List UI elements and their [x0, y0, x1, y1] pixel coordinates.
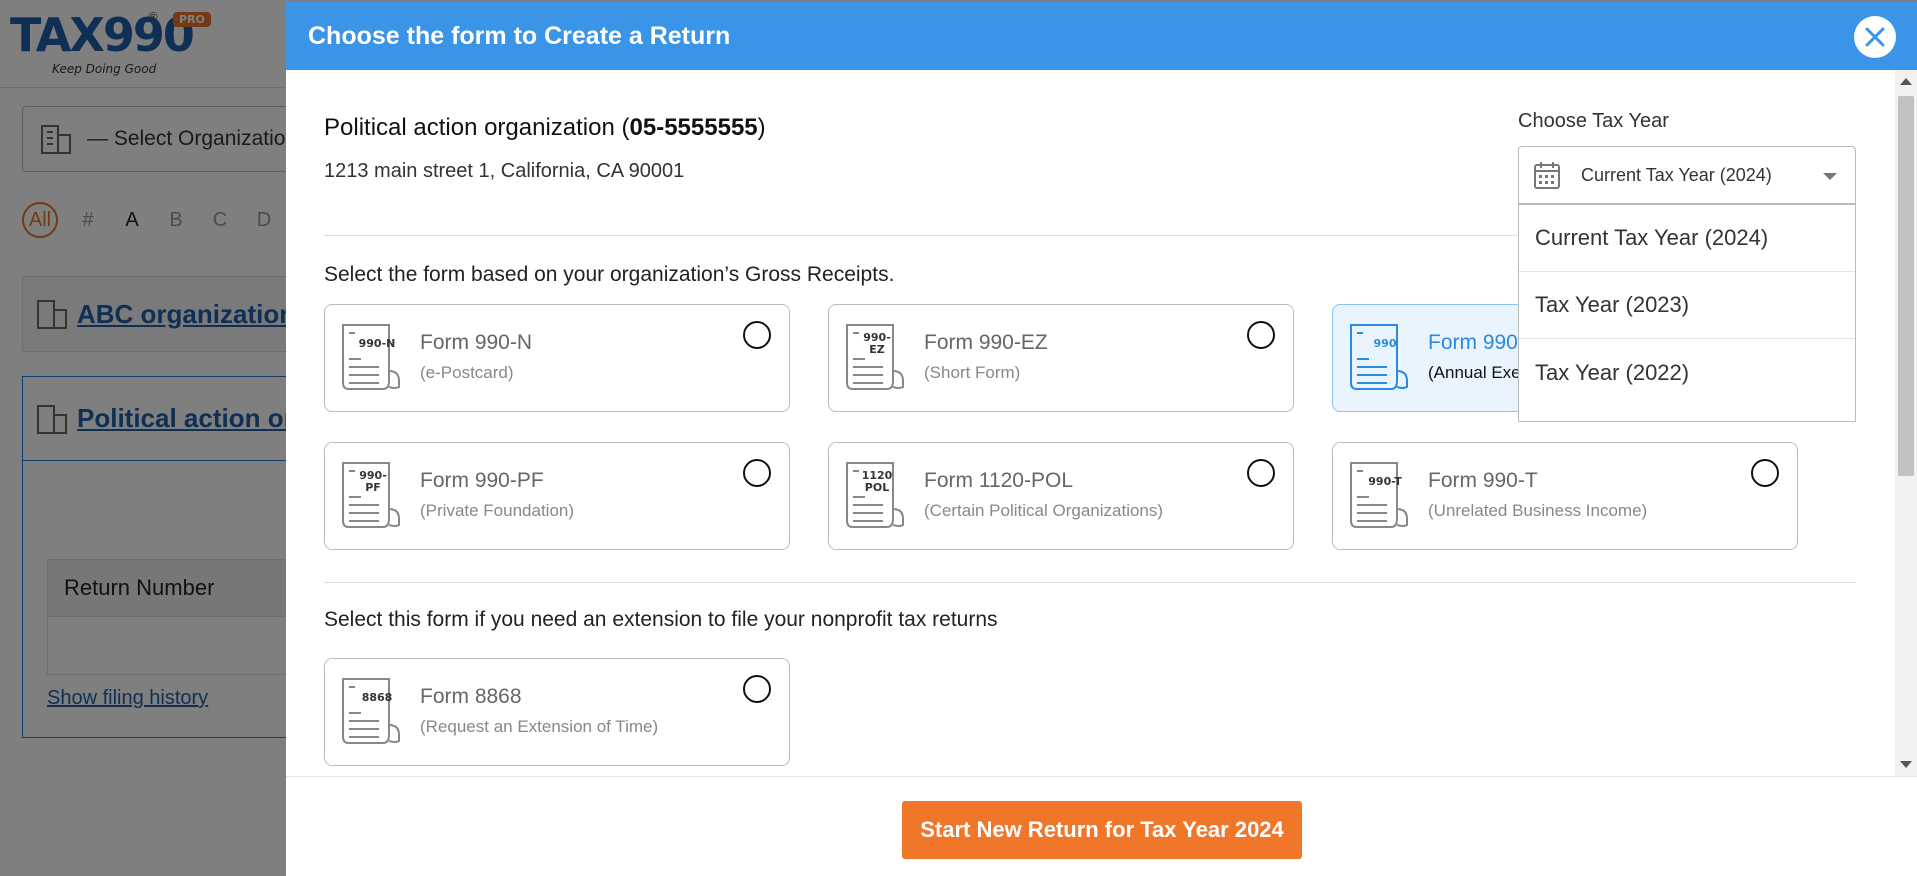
close-icon: [1865, 27, 1885, 47]
form-document-icon: 990: [1347, 321, 1409, 393]
chevron-down-icon: [1823, 173, 1837, 180]
svg-text:EZ: EZ: [869, 343, 885, 356]
close-button[interactable]: [1854, 16, 1896, 58]
scroll-up-arrow-icon[interactable]: [1900, 78, 1912, 85]
form-title: Form 990-T: [1428, 469, 1538, 492]
tax-year-option-2024[interactable]: Current Tax Year (2024): [1519, 205, 1855, 272]
form-card-990-ez[interactable]: 990- EZ Form 990-EZ (Short Form): [828, 304, 1294, 412]
form-radio-button[interactable]: [1247, 321, 1275, 349]
divider: [324, 582, 1856, 583]
tax-year-selected-value: Current Tax Year (2024): [1581, 164, 1772, 185]
form-subtitle: (Request an Extension of Time): [420, 717, 659, 736]
svg-text:8868: 8868: [362, 691, 393, 704]
form-card-990-n[interactable]: 990-N Form 990-N (e-Postcard): [324, 304, 790, 412]
form-card-990-pf[interactable]: 990- PF Form 990-PF (Private Foundation): [324, 442, 790, 550]
calendar-icon: [1534, 162, 1560, 189]
form-radio-button[interactable]: [743, 675, 771, 703]
svg-text:990: 990: [1374, 337, 1397, 350]
form-document-icon: 990- EZ: [843, 321, 905, 393]
form-document-icon: 8868: [339, 675, 401, 747]
form-title: Form 1120-POL: [924, 469, 1073, 492]
modal-footer: Start New Return for Tax Year 2024: [286, 776, 1917, 876]
form-subtitle: (Unrelated Business Income): [1428, 501, 1648, 520]
form-title: Form 8868: [420, 685, 522, 708]
extension-label: Select this form if you need an extensio…: [324, 608, 998, 631]
form-title: Form 990-PF: [420, 469, 544, 492]
form-document-icon: 990- PF: [339, 459, 401, 531]
svg-text:POL: POL: [865, 481, 889, 494]
form-card-1120-pol[interactable]: 1120 POL Form 1120-POL (Certain Political O…: [828, 442, 1294, 550]
modal-title: Choose the form to Create a Return: [308, 21, 731, 50]
organization-ein: 05-5555555: [629, 114, 758, 141]
scrollbar-thumb[interactable]: [1898, 96, 1914, 476]
start-new-return-button[interactable]: Start New Return for Tax Year 2024: [902, 801, 1302, 859]
tax-year-option-2023[interactable]: Tax Year (2023): [1519, 272, 1855, 339]
form-subtitle: (e-Postcard): [420, 363, 514, 382]
modal-body: Political action organization (05-555555…: [286, 70, 1895, 776]
modal-header: Choose the form to Create a Return: [286, 2, 1917, 70]
tax-year-dropdown-menu: Current Tax Year (2024) Tax Year (2023) …: [1518, 204, 1856, 422]
organization-name-line: Political action organization (05-555555…: [324, 114, 766, 141]
form-document-icon: 990-N: [339, 321, 401, 393]
form-radio-button[interactable]: [1751, 459, 1779, 487]
form-title: Form 990: [1428, 331, 1518, 354]
tax-year-option-2022[interactable]: Tax Year (2022): [1519, 339, 1855, 406]
form-subtitle: (Annual Exe: [1428, 363, 1521, 382]
gross-receipts-label: Select the form based on your organizati…: [324, 263, 895, 286]
form-radio-button[interactable]: [1247, 459, 1275, 487]
form-title: Form 990-N: [420, 331, 533, 354]
form-card-8868[interactable]: 8868 Form 8868 (Request an Extension of Ti…: [324, 658, 790, 766]
tax-year-label: Choose Tax Year: [1518, 110, 1669, 132]
form-radio-button[interactable]: [743, 459, 771, 487]
svg-text:990-N: 990-N: [359, 337, 396, 350]
organization-name: Political action organization: [324, 114, 615, 141]
tax-year-select[interactable]: Current Tax Year (2024): [1518, 146, 1856, 204]
form-document-icon: 1120 POL: [843, 459, 905, 531]
svg-text:PF: PF: [365, 481, 381, 494]
create-return-modal: Choose the form to Create a Return Polit…: [286, 2, 1917, 876]
svg-text:990-T: 990-T: [1368, 475, 1402, 488]
form-subtitle: (Certain Political Organizations): [924, 501, 1164, 520]
form-title: Form 990-EZ: [924, 331, 1048, 354]
scroll-down-arrow-icon[interactable]: [1900, 761, 1912, 768]
form-radio-button[interactable]: [743, 321, 771, 349]
modal-scrollbar[interactable]: [1895, 70, 1917, 776]
form-card-990-t[interactable]: 990-T Form 990-T (Unrelated Business Incom…: [1332, 442, 1798, 550]
form-subtitle: (Private Foundation): [420, 501, 575, 520]
organization-address: 1213 main street 1, California, CA 90001: [324, 160, 685, 182]
form-subtitle: (Short Form): [924, 363, 1021, 382]
form-document-icon: 990-T: [1347, 459, 1409, 531]
